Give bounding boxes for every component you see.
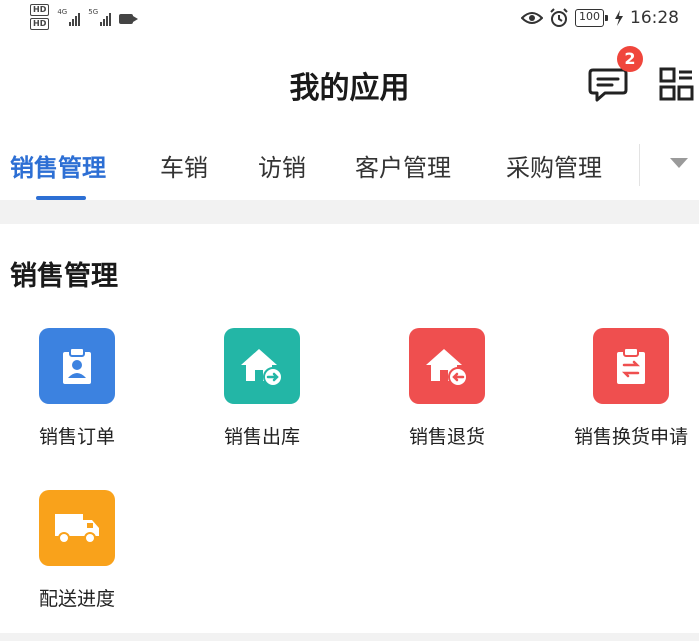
- hd-badge: HD: [30, 4, 50, 16]
- app-icon-tile: [39, 328, 115, 404]
- signal-label: 4G: [57, 8, 68, 16]
- status-time: 16:28: [630, 8, 679, 28]
- message-badge: 2: [617, 46, 643, 72]
- app-label: 配送进度: [38, 588, 115, 610]
- app-label: 销售换货申请: [573, 426, 688, 448]
- app-icon-tile: [39, 490, 115, 566]
- app-icon-tile: [409, 328, 485, 404]
- alarm-icon: [550, 8, 568, 27]
- bottom-separator: [0, 633, 699, 641]
- house-out-icon: [241, 349, 283, 387]
- app-icon-tile: [593, 328, 669, 404]
- hd-badge: HD: [30, 18, 50, 30]
- app-label: 销售订单: [38, 426, 115, 448]
- app-sales-outbound[interactable]: 销售出库: [182, 328, 342, 449]
- tab-sales-management[interactable]: 销售管理: [10, 148, 106, 183]
- status-bar: HD HD 4G 5G 100 16:28: [0, 0, 699, 38]
- app-label: 销售出库: [223, 426, 300, 448]
- status-right: 100 16:28: [521, 8, 679, 28]
- video-icon: [119, 14, 139, 24]
- battery-indicator: 100: [575, 9, 608, 27]
- house-return-icon: [426, 349, 468, 387]
- app-sales-exchange-request[interactable]: 销售换货申请: [551, 328, 699, 449]
- tab-vehicle-sales[interactable]: 车销: [160, 148, 208, 183]
- tab-divider: [639, 144, 640, 186]
- eye-icon: [521, 12, 543, 24]
- app-icon-tile: [224, 328, 300, 404]
- chevron-down-icon[interactable]: [670, 158, 688, 168]
- app-sales-return[interactable]: 销售退货: [367, 328, 527, 449]
- clipboard-exchange-icon: [617, 347, 645, 384]
- charging-icon: [615, 10, 623, 26]
- app-sales-order[interactable]: 销售订单: [0, 328, 157, 449]
- grid-apps-button[interactable]: [657, 65, 697, 105]
- clipboard-user-icon: [63, 347, 91, 384]
- app-label: 销售退货: [408, 426, 485, 448]
- app-delivery-progress[interactable]: 配送进度: [0, 490, 157, 611]
- app-header: 我的应用 2: [0, 45, 699, 125]
- tab-customer-management[interactable]: 客户管理: [355, 148, 451, 183]
- signal-label: 5G: [88, 8, 99, 16]
- tab-visit-sales[interactable]: 访销: [258, 148, 306, 183]
- tab-purchase-management[interactable]: 采购管理: [506, 148, 602, 183]
- truck-icon: [55, 514, 99, 544]
- hd-badges: HD HD: [30, 4, 50, 30]
- section-separator: [0, 200, 699, 224]
- status-left: HD HD 4G 5G: [30, 4, 139, 30]
- category-tabs: 销售管理 车销 访销 客户管理 采购管理: [0, 130, 699, 200]
- section-title: 销售管理: [10, 261, 118, 292]
- grid-apps-icon: [659, 67, 694, 101]
- signal-icon: 4G: [57, 8, 81, 26]
- signal-icon: 5G: [88, 8, 112, 26]
